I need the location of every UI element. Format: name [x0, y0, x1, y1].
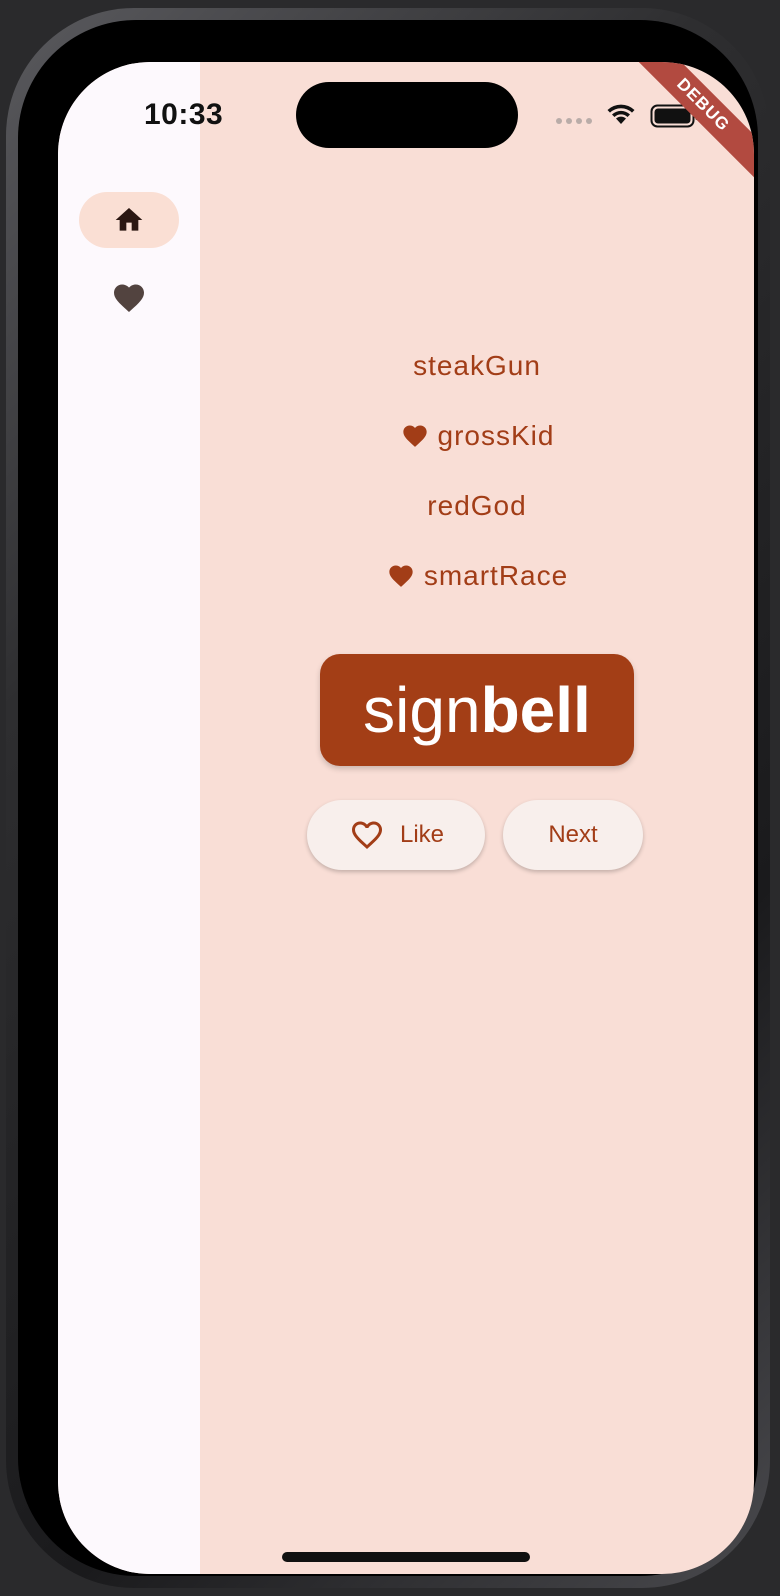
nav-home-button[interactable] [79, 192, 179, 248]
app-screen: 10:33 DEBUG steakGun grossKid redGod sma… [58, 62, 754, 1574]
phone-bezel: 10:33 DEBUG steakGun grossKid redGod sma… [18, 20, 758, 1576]
next-button[interactable]: Next [503, 800, 643, 870]
pair-first-word: sign [363, 674, 481, 746]
home-indicator[interactable] [282, 1552, 530, 1562]
nav-favorites-button[interactable] [79, 270, 179, 326]
pair-second-word: bell [480, 674, 591, 746]
heart-icon [402, 425, 427, 447]
history-item-favorite[interactable]: smartRace [200, 560, 754, 592]
generator-page: steakGun grossKid redGod smartRace sign … [200, 62, 754, 1574]
heart-icon [389, 565, 413, 587]
history-item[interactable]: redGod [200, 490, 754, 522]
heart-icon [114, 284, 144, 313]
history-word: redGod [427, 490, 527, 521]
home-icon [115, 208, 143, 231]
word-pair-card: sign bell [320, 654, 634, 766]
history-item-favorite[interactable]: grossKid [200, 420, 754, 452]
history-word: grossKid [437, 420, 555, 451]
history-word: smartRace [423, 560, 569, 591]
heart-outline-icon [351, 821, 382, 850]
history-item[interactable]: steakGun [200, 350, 754, 382]
like-button[interactable]: Like [307, 800, 485, 870]
next-label: Next [548, 821, 598, 848]
history-word: steakGun [413, 350, 541, 381]
like-label: Like [399, 821, 445, 848]
phone-frame: 10:33 DEBUG steakGun grossKid redGod sma… [6, 8, 770, 1588]
navigation-rail [58, 62, 200, 1574]
